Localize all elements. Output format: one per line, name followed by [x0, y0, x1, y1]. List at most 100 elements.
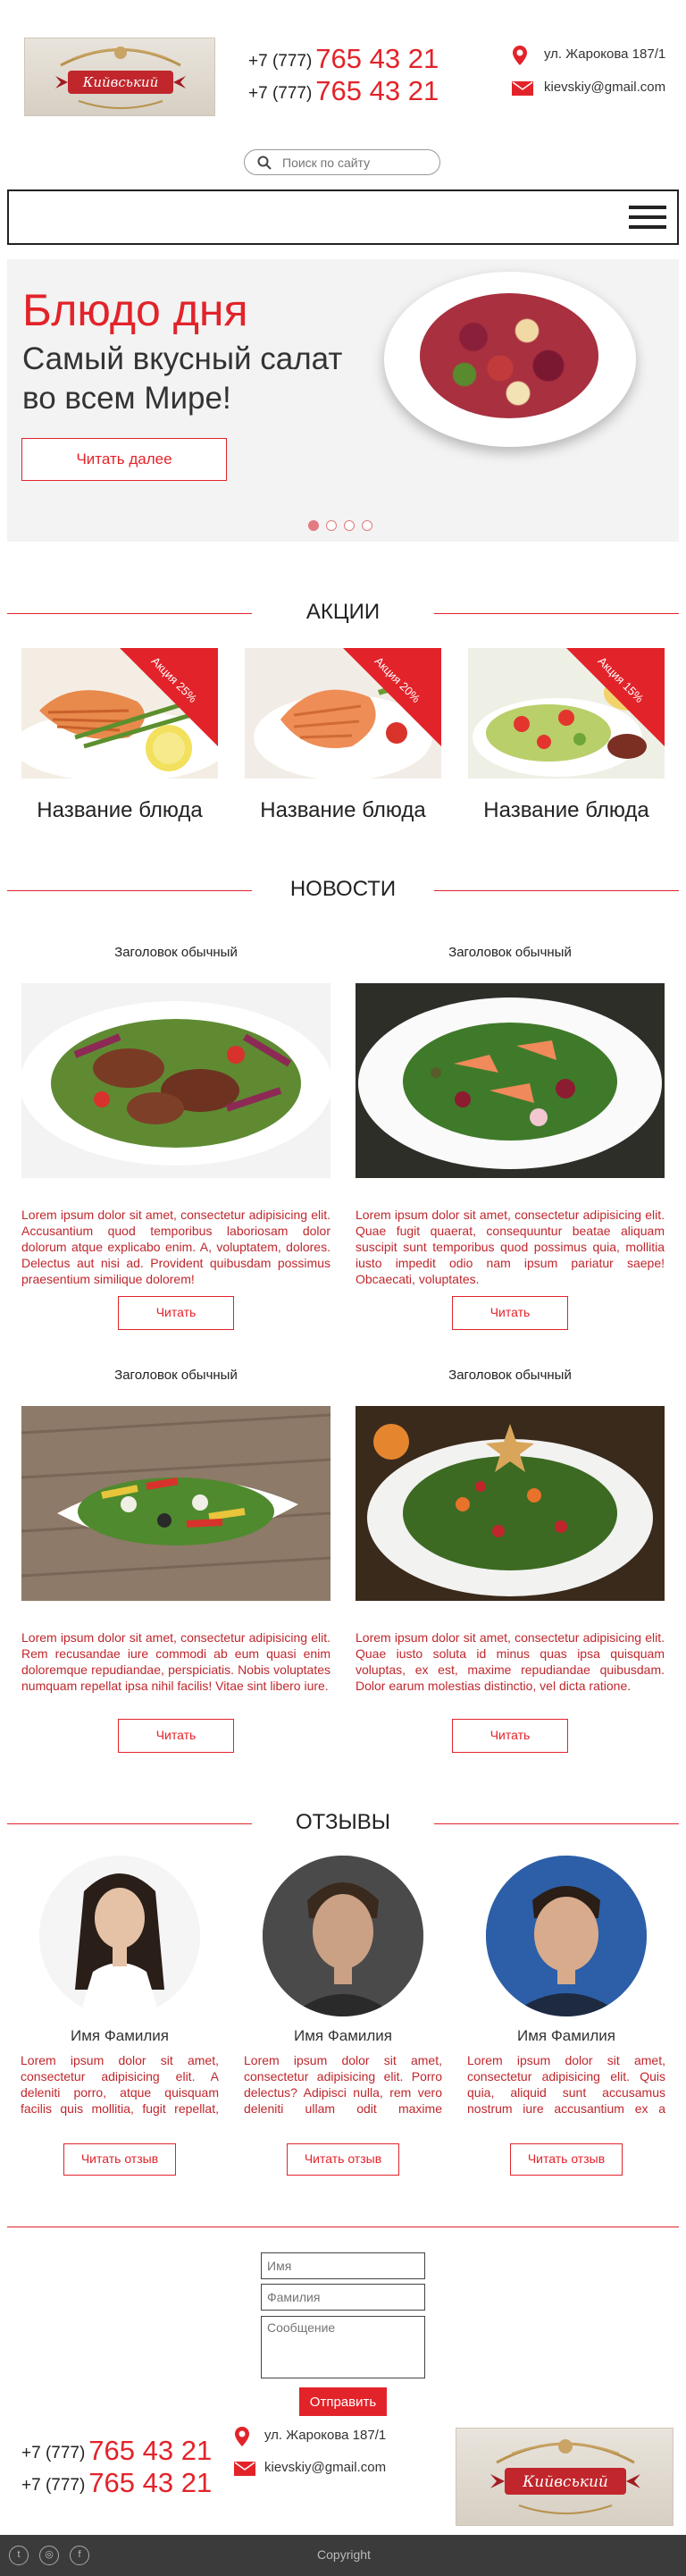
instagram-icon[interactable]: ◎ — [39, 2546, 59, 2565]
salad-image — [21, 1001, 330, 1166]
twitter-icon[interactable]: t — [9, 2546, 29, 2565]
menu-icon[interactable] — [629, 206, 666, 232]
search-icon — [257, 156, 272, 170]
news-text: Lorem ipsum dolor sit amet, consectetur … — [356, 1630, 665, 1693]
phone-number: 765 43 21 — [315, 43, 439, 74]
facebook-icon[interactable]: f — [70, 2546, 89, 2565]
divider — [434, 890, 679, 891]
person-photo — [39, 1856, 200, 2016]
search-box[interactable] — [244, 149, 440, 175]
surname-field[interactable] — [261, 2284, 425, 2311]
mail-icon — [512, 81, 533, 96]
search-input[interactable] — [280, 154, 432, 172]
news-heading[interactable]: Заголовок обычный — [356, 945, 665, 960]
location-pin-icon — [513, 46, 527, 65]
news-heading[interactable]: Заголовок обычный — [21, 1368, 330, 1383]
phone-prefix: +7 (777) — [21, 2444, 86, 2462]
divider — [434, 613, 679, 614]
hero-title: Блюдо дня — [22, 285, 248, 335]
news-heading[interactable]: Заголовок обычный — [21, 945, 330, 960]
divider — [7, 613, 252, 614]
copyright: Copyright — [317, 2547, 371, 2562]
read-review-button[interactable]: Читать отзыв — [287, 2143, 399, 2176]
phone-number: 765 43 21 — [88, 2467, 213, 2498]
divider — [7, 1823, 252, 1824]
address: ул. Жарокова 187/1 — [234, 2427, 387, 2446]
news-image[interactable] — [21, 983, 330, 1178]
promo-title[interactable]: Название блюда — [13, 798, 227, 823]
message-field[interactable] — [261, 2316, 425, 2378]
phone-2[interactable]: +7 (777) 765 43 21 — [21, 2467, 212, 2499]
slider-dot[interactable] — [344, 520, 355, 531]
section-title-news: НОВОСТИ — [289, 877, 397, 901]
submit-button[interactable]: Отправить — [299, 2387, 387, 2416]
reviewer-name: Имя Фамилия — [293, 2027, 393, 2044]
promo-image[interactable]: Акция 20% — [245, 648, 441, 779]
reviewer-name: Имя Фамилия — [516, 2027, 616, 2044]
slider-dots — [308, 520, 380, 531]
person-photo — [486, 1856, 647, 2016]
read-review-button[interactable]: Читать отзыв — [63, 2143, 176, 2176]
logo[interactable]: Кийвський — [24, 38, 215, 116]
promo-ribbon — [120, 648, 218, 746]
slider-dot[interactable] — [326, 520, 337, 531]
salad-image — [367, 1424, 653, 1596]
avatar — [39, 1856, 200, 2016]
avatar — [486, 1856, 647, 2016]
divider — [434, 1823, 679, 1824]
read-button[interactable]: Читать — [118, 1296, 234, 1330]
news-image[interactable] — [21, 1406, 330, 1601]
review-text: Lorem ipsum dolor sit amet, consectetur … — [467, 2053, 665, 2116]
email[interactable]: kievskiy@gmail.com — [512, 80, 666, 96]
news-image[interactable] — [356, 983, 665, 1178]
mail-icon — [234, 2462, 255, 2476]
promo-ribbon — [566, 648, 665, 746]
address-text: ул. Жарокова 187/1 — [264, 2428, 387, 2443]
salad-image — [358, 998, 662, 1169]
reviewer-name: Имя Фамилия — [70, 2027, 170, 2044]
address-text: ул. Жарокова 187/1 — [544, 46, 666, 62]
divider — [7, 890, 252, 891]
hero-slider: Блюдо дня Самый вкусный салат во всем Ми… — [7, 259, 679, 542]
news-text: Lorem ipsum dolor sit amet, consectetur … — [356, 1208, 665, 1286]
promo-title[interactable]: Название блюда — [236, 798, 450, 823]
slider-dot[interactable] — [362, 520, 372, 531]
phone-number: 765 43 21 — [88, 2435, 213, 2466]
footer: t ◎ f Copyright — [0, 2535, 686, 2576]
hero-subtitle: Самый вкусный салат во всем Мире! — [22, 341, 343, 416]
phone-number: 765 43 21 — [315, 75, 439, 106]
news-heading[interactable]: Заголовок обычный — [356, 1368, 665, 1383]
phone-1[interactable]: +7 (777) 765 43 21 — [21, 2435, 212, 2467]
phone-prefix: +7 (777) — [248, 84, 313, 103]
phone-2[interactable]: +7 (777) 765 43 21 — [248, 75, 439, 107]
read-review-button[interactable]: Читать отзыв — [510, 2143, 623, 2176]
promo-ribbon — [343, 648, 441, 746]
address: ул. Жарокова 187/1 — [512, 46, 666, 65]
news-text: Lorem ipsum dolor sit amet, consectetur … — [21, 1630, 330, 1693]
location-pin-icon — [235, 2427, 249, 2446]
avatar — [263, 1856, 423, 2016]
salad-image — [420, 293, 598, 418]
email-text: kievskiy@gmail.com — [544, 80, 666, 95]
promo-image[interactable]: Акция 25% — [21, 648, 218, 779]
news-image[interactable] — [356, 1406, 665, 1601]
promo-title[interactable]: Название блюда — [459, 798, 673, 823]
read-more-button[interactable]: Читать далее — [21, 438, 227, 481]
email[interactable]: kievskiy@gmail.com — [234, 2460, 387, 2476]
read-button[interactable]: Читать — [452, 1719, 568, 1753]
person-photo — [263, 1856, 423, 2016]
review-text: Lorem ipsum dolor sit amet, consectetur … — [244, 2053, 442, 2116]
name-field[interactable] — [261, 2252, 425, 2279]
email-text: kievskiy@gmail.com — [264, 2460, 387, 2475]
promo-image[interactable]: Акция 15% — [468, 648, 665, 779]
logo-text: Кийвський — [523, 2473, 608, 2491]
review-text: Lorem ipsum dolor sit amet, consectetur … — [21, 2053, 219, 2116]
section-title-reviews: ОТЗЫВЫ — [295, 1810, 391, 1834]
navbar — [7, 189, 679, 245]
read-button[interactable]: Читать — [452, 1296, 568, 1330]
read-button[interactable]: Читать — [118, 1719, 234, 1753]
logo[interactable]: Кийвський — [456, 2428, 673, 2526]
phone-1[interactable]: +7 (777) 765 43 21 — [248, 43, 439, 75]
logo-text: Кийвський — [82, 74, 159, 90]
slider-dot[interactable] — [308, 520, 319, 531]
